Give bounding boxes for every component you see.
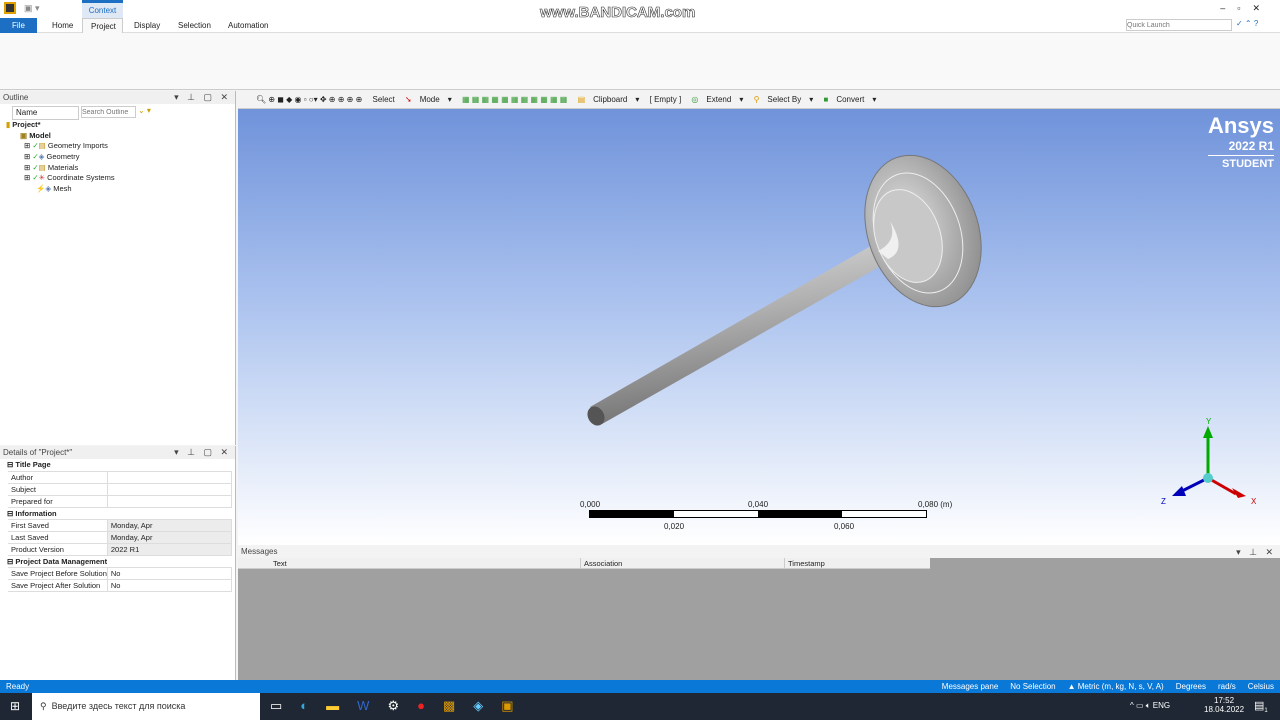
property-name: Last Saved bbox=[0, 530, 108, 544]
details-row[interactable]: Subject bbox=[0, 482, 232, 496]
property-name: Prepared for bbox=[0, 494, 108, 508]
status-messages-pane[interactable]: Messages pane bbox=[942, 680, 998, 693]
tree-item-geometry-imports[interactable]: ⊞ ✓▤ Geometry Imports bbox=[6, 141, 235, 152]
status-ready: Ready bbox=[6, 682, 30, 691]
status-temp-units[interactable]: Celsius bbox=[1248, 680, 1274, 693]
details-row[interactable]: Last Saved Monday, Apr bbox=[0, 530, 232, 544]
tree-item-model[interactable]: ▣ Model bbox=[6, 131, 235, 142]
tray-icons[interactable]: ^ ▭ 🔈︎ ENG bbox=[1130, 701, 1170, 711]
status-selection: No Selection bbox=[1010, 682, 1056, 691]
column-association[interactable]: Association bbox=[580, 558, 622, 569]
property-value[interactable]: Monday, Apr bbox=[106, 518, 232, 532]
panel-controls[interactable]: ▾ ⊥ ▢ ✕ bbox=[174, 446, 231, 459]
property-name: Subject bbox=[0, 482, 108, 496]
app-logo-icon bbox=[4, 2, 16, 14]
property-value[interactable]: No bbox=[106, 566, 232, 580]
details-row[interactable]: Product Version 2022 R1 bbox=[0, 542, 232, 556]
context-label: Context bbox=[82, 0, 123, 18]
property-value[interactable]: 2022 R1 bbox=[106, 542, 232, 556]
details-group[interactable]: ⊟ Project Data Management bbox=[4, 555, 231, 567]
property-name: Save Project After Solution bbox=[0, 578, 108, 592]
outline-panel: Outline ▾ ⊥ ▢ ✕ Name ⌄ ▾ ▮ Project* ▣ Mod… bbox=[0, 91, 236, 445]
title-bar: ▣ ▾ Context File Home Project Display Se… bbox=[0, 0, 1280, 33]
search-outline-input[interactable] bbox=[81, 106, 136, 118]
details-row[interactable]: Save Project After Solution No bbox=[0, 578, 232, 592]
status-rate-units[interactable]: rad/s bbox=[1218, 680, 1236, 693]
column-timestamp[interactable]: Timestamp bbox=[784, 558, 825, 569]
panel-controls[interactable]: ▾ ⊥ ▢ ✕ bbox=[174, 91, 231, 104]
tab-automation[interactable]: Automation bbox=[220, 18, 276, 33]
details-row[interactable]: Prepared for bbox=[0, 494, 232, 508]
help-icon[interactable]: ✓ ⌃ ? bbox=[1236, 19, 1258, 28]
tree-item-geometry[interactable]: ⊞ ✓◈ Geometry bbox=[6, 152, 235, 163]
tab-selection[interactable]: Selection bbox=[170, 18, 219, 33]
details-group[interactable]: ⊟ Information bbox=[4, 507, 231, 519]
property-value[interactable] bbox=[106, 494, 232, 508]
property-name: Product Version bbox=[0, 542, 108, 556]
details-row[interactable]: First Saved Monday, Apr bbox=[0, 518, 232, 532]
tree-item-mesh[interactable]: ⚡◈ Mesh bbox=[6, 184, 235, 195]
tree-item-project[interactable]: ▮ Project* bbox=[6, 120, 235, 131]
details-panel: Details of "Project*" ▾ ⊥ ▢ ✕ ⊟ Title Pag… bbox=[0, 446, 236, 680]
quick-launch-input[interactable] bbox=[1126, 19, 1232, 31]
taskbar: ⊞ ⚲ Введите здесь текст для поиска ▭◐▬W⚙… bbox=[0, 693, 1280, 720]
scale-bar: 0,000 0,040 0,080 (m) 0,020 0,060 bbox=[580, 500, 953, 531]
property-name: Save Project Before Solution bbox=[0, 566, 108, 580]
outline-title: Outline bbox=[3, 93, 29, 102]
svg-text:X: X bbox=[1251, 497, 1257, 506]
status-angle-units[interactable]: Degrees bbox=[1176, 680, 1206, 693]
tree-item-coordinate-systems[interactable]: ⊞ ✓✳ Coordinate Systems bbox=[6, 173, 235, 184]
property-value[interactable]: No bbox=[106, 578, 232, 592]
tree-item-materials[interactable]: ⊞ ✓▤ Materials bbox=[6, 163, 235, 174]
details-row[interactable]: Save Project Before Solution No bbox=[0, 566, 232, 580]
details-group[interactable]: ⊟ Title Page bbox=[4, 459, 231, 471]
details-table: ⊟ Title Page Author Subject Prepared for ⊟ I… bbox=[0, 459, 232, 592]
tab-project[interactable]: Project bbox=[82, 18, 123, 33]
property-value[interactable] bbox=[106, 470, 232, 484]
property-value[interactable] bbox=[106, 482, 232, 496]
svg-text:Y: Y bbox=[1206, 417, 1212, 426]
watermark: www.BANDICAM.com bbox=[540, 4, 696, 22]
windows-start-icon[interactable]: ⊞ bbox=[10, 699, 20, 713]
notification-icon[interactable]: ▤1 bbox=[1254, 699, 1268, 714]
save-icon[interactable]: ▣ ▾ bbox=[24, 3, 40, 14]
status-bar: Ready Messages pane No Selection ▲ Metri… bbox=[0, 680, 1280, 693]
ribbon-body bbox=[0, 33, 1280, 90]
taskbar-app-icons[interactable]: ▭◐▬W⚙●▩◈▣ bbox=[270, 698, 532, 714]
messages-pane: Messages ▾ ⊥ ✕ Text Association Timestamp bbox=[238, 546, 1280, 680]
panel-controls[interactable]: ▾ ⊥ ✕ bbox=[1236, 546, 1276, 558]
column-text[interactable]: Text bbox=[273, 558, 287, 569]
window-controls[interactable]: –▫✕ bbox=[1220, 3, 1272, 14]
axis-triad[interactable]: Y X Z bbox=[1158, 416, 1258, 506]
graphics-viewport[interactable]: 🔍︎ ⊕ ◼ ◆ ◉ ▫ ○▾ ✥ ⊕ ⊕ ⊕ ⊕ Select ➘ Mode ▾ … bbox=[238, 91, 1280, 545]
filter-chevron-icon[interactable]: ⌄ ▾ bbox=[138, 106, 151, 120]
taskbar-search[interactable]: ⚲ Введите здесь текст для поиска bbox=[32, 693, 260, 720]
svg-text:Z: Z bbox=[1161, 497, 1166, 506]
status-units[interactable]: ▲ Metric (m, kg, N, s, V, A) bbox=[1068, 680, 1164, 693]
property-name: Author bbox=[0, 470, 108, 484]
details-title: Details of "Project*" bbox=[3, 448, 73, 457]
tab-file[interactable]: File bbox=[0, 18, 37, 33]
name-filter-dropdown[interactable]: Name bbox=[12, 106, 79, 120]
property-name: First Saved bbox=[0, 518, 108, 532]
tab-display[interactable]: Display bbox=[126, 18, 168, 33]
valve-model[interactable] bbox=[238, 91, 1280, 545]
messages-title: Messages bbox=[241, 547, 278, 556]
tab-home[interactable]: Home bbox=[44, 18, 81, 33]
clock[interactable]: 17:52 18.04.2022 bbox=[1204, 696, 1244, 714]
property-value[interactable]: Monday, Apr bbox=[106, 530, 232, 544]
details-row[interactable]: Author bbox=[0, 470, 232, 484]
